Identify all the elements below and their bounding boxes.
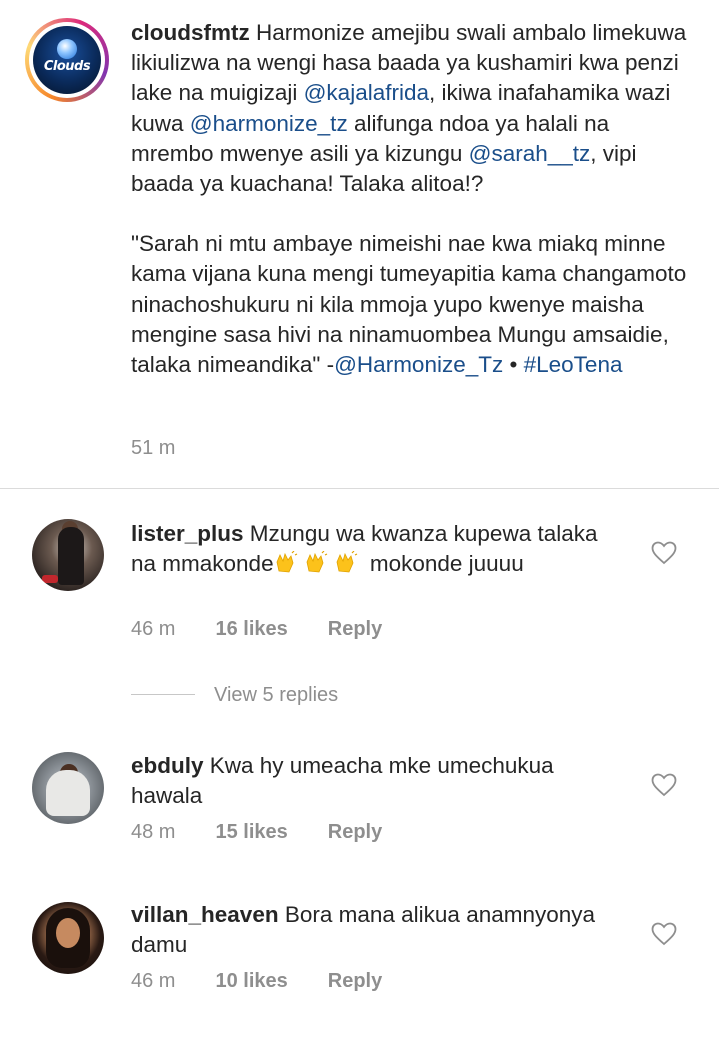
divider xyxy=(0,488,719,489)
clapping-hands-emoji xyxy=(306,551,327,573)
caption-text: cloudsfmtz Harmonize amejibu swali ambal… xyxy=(131,18,691,380)
reply-button[interactable]: Reply xyxy=(328,618,382,641)
likes-count[interactable]: 10 likes xyxy=(215,970,287,993)
comment-meta: 46 m 16 likes Reply xyxy=(131,618,382,641)
comment-meta: 46 m 10 likes Reply xyxy=(131,970,382,993)
heart-outline-icon[interactable] xyxy=(651,541,677,565)
mention-link[interactable]: @sarah__tz xyxy=(469,141,591,166)
comment-username[interactable]: ebduly xyxy=(131,753,204,778)
likes-count[interactable]: 15 likes xyxy=(215,821,287,844)
comment-time: 46 m xyxy=(131,970,176,992)
heart-outline-icon[interactable] xyxy=(651,773,677,797)
post-caption: Clouds cloudsfmtz Harmonize amejibu swal… xyxy=(0,0,719,488)
comment-body: mokonde juuuu xyxy=(363,551,524,576)
post-timestamp: 51 m xyxy=(131,437,176,459)
comment-time: 48 m xyxy=(131,821,176,843)
comment-time: 46 m xyxy=(131,618,176,640)
separator: • xyxy=(503,352,524,378)
clouds-logo: Clouds xyxy=(33,26,101,94)
comment-text: lister_plus Mzungu wa kwanza kupewa tala… xyxy=(131,519,621,579)
logo-text: Clouds xyxy=(43,59,91,74)
replies-divider-line xyxy=(131,694,195,695)
view-replies-button[interactable]: View 5 replies xyxy=(214,684,338,707)
comment-text: villan_heaven Bora mana alikua anamnyony… xyxy=(131,900,621,960)
reply-button[interactable]: Reply xyxy=(328,821,382,844)
likes-count[interactable]: 16 likes xyxy=(215,618,287,641)
comment-username[interactable]: lister_plus xyxy=(131,521,244,546)
avatar[interactable] xyxy=(32,752,104,824)
clapping-hands-emoji xyxy=(336,551,357,573)
post-username[interactable]: cloudsfmtz xyxy=(131,20,250,45)
mention-link[interactable]: @kajalafrida xyxy=(304,80,429,105)
avatar[interactable] xyxy=(32,902,104,974)
mention-link[interactable]: @harmonize_tz xyxy=(190,111,348,136)
mention-link[interactable]: @Harmonize_Tz xyxy=(334,352,503,377)
reply-button[interactable]: Reply xyxy=(328,970,382,993)
comment-meta: 48 m 15 likes Reply xyxy=(131,821,382,844)
clapping-hands-emoji xyxy=(276,551,297,573)
comment-username[interactable]: villan_heaven xyxy=(131,902,279,927)
story-avatar[interactable]: Clouds xyxy=(25,18,109,102)
avatar[interactable] xyxy=(32,519,104,591)
comment-text: ebduly Kwa hy umeacha mke umechukua hawa… xyxy=(131,751,621,811)
hashtag-link[interactable]: #LeoTena xyxy=(524,352,623,377)
heart-outline-icon[interactable] xyxy=(651,922,677,946)
